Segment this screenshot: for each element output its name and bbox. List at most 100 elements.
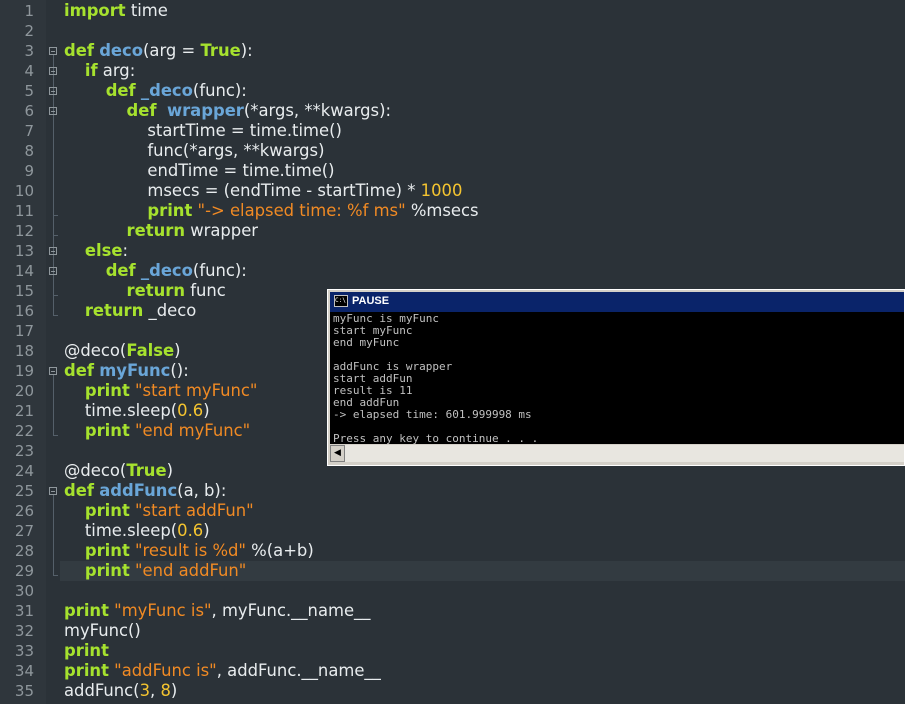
code-line[interactable]: 35 addFunc(3, 8)	[0, 681, 905, 701]
code-token: 0.6	[177, 401, 204, 420]
code-token: "start myFunc"	[135, 381, 258, 400]
code-token: _deco	[140, 81, 193, 100]
console-line: Press any key to continue . . .	[333, 432, 539, 445]
console-window[interactable]: C:\ PAUSE myFunc is myFunc start myFunc en…	[327, 289, 905, 466]
code-line[interactable]: 10 msecs = (endTime - startTime) * 1000	[0, 181, 905, 201]
code-text: def _deco(func):	[64, 261, 247, 281]
code-token: func(*args, **kwargs)	[64, 141, 325, 160]
code-text: else:	[64, 241, 128, 261]
fold-end-marker	[53, 315, 58, 316]
line-number: 4	[24, 62, 34, 80]
code-line[interactable]: 3 def deco(arg = True):	[0, 41, 905, 61]
code-text: print "end addFun"	[64, 561, 247, 581]
console-line: end myFunc	[333, 336, 400, 349]
horizontal-scrollbar[interactable]: ◀	[330, 445, 904, 462]
fold-end-marker	[53, 215, 58, 216]
code-text: def deco(arg = True):	[64, 41, 253, 61]
code-token: addFunc	[99, 481, 178, 500]
code-text: time.sleep(0.6)	[64, 401, 210, 421]
code-line[interactable]: 5 def _deco(func):	[0, 81, 905, 101]
fold-toggle-icon[interactable]	[49, 487, 57, 495]
code-line[interactable]: 2	[0, 21, 905, 41]
code-line[interactable]: 28 print "result is %d" %(a+b)	[0, 541, 905, 561]
code-text: if arg:	[64, 61, 135, 81]
code-text: addFunc(3, 8)	[64, 681, 177, 701]
code-line[interactable]: 14 def _deco(func):	[0, 261, 905, 281]
fold-toggle-icon[interactable]	[49, 247, 57, 255]
line-number: 23	[14, 442, 34, 460]
code-line[interactable]: 9 endTime = time.time()	[0, 161, 905, 181]
code-token: return	[84, 301, 144, 320]
fold-toggle-icon[interactable]	[49, 47, 57, 55]
code-token: arg:	[97, 61, 136, 80]
code-line[interactable]: 30	[0, 581, 905, 601]
code-line[interactable]: 11 print "-> elapsed time: %f ms" %msecs	[0, 201, 905, 221]
code-line[interactable]: 25 def addFunc(a, b):	[0, 481, 905, 501]
fold-toggle-icon[interactable]	[49, 107, 57, 115]
line-number: 21	[14, 402, 34, 420]
line-number: 9	[24, 162, 34, 180]
code-token: %msecs	[405, 201, 479, 220]
code-token: if	[84, 61, 98, 80]
line-number: 15	[14, 282, 34, 300]
code-line[interactable]: 29 print "end addFun"	[15, 561, 905, 581]
line-number: 13	[14, 242, 34, 260]
code-text: endTime = time.time()	[64, 161, 334, 181]
code-token: func	[185, 281, 226, 300]
code-text: def _deco(func):	[64, 81, 247, 101]
fold-toggle-icon[interactable]	[49, 87, 57, 95]
code-token: )	[203, 401, 210, 420]
code-line[interactable]: 4 if arg:	[0, 61, 905, 81]
code-token: myFunc	[99, 361, 171, 380]
scroll-left-arrow-icon[interactable]: ◀	[330, 445, 345, 462]
line-number: 30	[14, 582, 34, 600]
code-line[interactable]: 8 func(*args, **kwargs)	[0, 141, 905, 161]
line-number: 8	[24, 142, 34, 160]
code-token: 3	[139, 681, 151, 700]
code-token: return	[126, 221, 185, 240]
code-text: def wrapper(*args, **kwargs):	[64, 101, 391, 121]
code-line[interactable]: 34 print "addFunc is", addFunc.__name__	[0, 661, 905, 681]
code-line[interactable]: 6 def wrapper(*args, **kwargs):	[0, 101, 905, 121]
console-title-bar[interactable]: C:\ PAUSE	[330, 292, 904, 312]
code-line[interactable]: 12 return wrapper	[0, 221, 905, 241]
line-number: 16	[14, 302, 34, 320]
line-number: 11	[14, 202, 34, 220]
code-line[interactable]: 13 else:	[0, 241, 905, 261]
line-number: 1	[24, 2, 34, 20]
code-line[interactable]: 27 time.sleep(0.6)	[0, 521, 905, 541]
code-token: True	[126, 461, 167, 480]
code-text: myFunc()	[64, 621, 141, 641]
code-token: %(a+b)	[245, 541, 314, 560]
fold-toggle-icon[interactable]	[49, 67, 57, 75]
code-text: print "end myFunc"	[64, 421, 250, 441]
code-text: print	[64, 641, 109, 661]
code-token: 0.6	[177, 521, 204, 540]
code-text: @deco(True)	[64, 461, 173, 481]
code-token: def	[105, 261, 136, 280]
code-line[interactable]: 7 startTime = time.time()	[0, 121, 905, 141]
code-token: def	[105, 81, 136, 100]
code-line[interactable]: 32 myFunc()	[0, 621, 905, 641]
code-line[interactable]: 31 print "myFunc is", myFunc.__name__	[0, 601, 905, 621]
fold-toggle-icon[interactable]	[49, 367, 57, 375]
code-line[interactable]: 33 print	[0, 641, 905, 661]
code-line[interactable]: 26 print "start addFun"	[0, 501, 905, 521]
code-token: time.sleep(	[64, 401, 178, 420]
fold-toggle-icon[interactable]	[49, 267, 57, 275]
code-line[interactable]: 1 import time	[0, 1, 905, 21]
code-text: print "result is %d" %(a+b)	[64, 541, 314, 561]
fold-line	[53, 495, 54, 575]
line-number: 28	[14, 542, 34, 560]
code-text: print "addFunc is", addFunc.__name__	[64, 661, 381, 681]
code-token: startTime = time.time()	[64, 121, 342, 140]
code-token: print	[64, 641, 109, 660]
line-number: 5	[24, 82, 34, 100]
